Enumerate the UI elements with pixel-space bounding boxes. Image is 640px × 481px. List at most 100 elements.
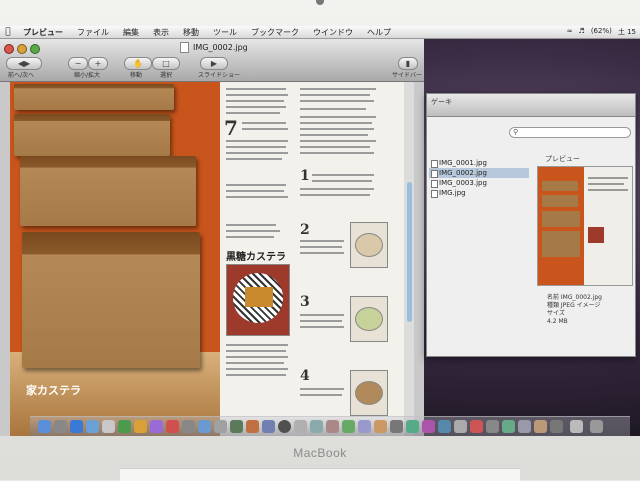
step-number: 3 <box>300 294 310 310</box>
app-icon[interactable] <box>102 420 115 433</box>
app-icon[interactable] <box>230 420 243 433</box>
file-preview-pane: プレビュー 名前 IMG_0002.jpg 種類 JPEG イメージ サイズ 4… <box>535 154 633 346</box>
menu-tools[interactable]: ツール <box>206 27 244 38</box>
app-icon[interactable] <box>278 420 291 433</box>
file-item[interactable]: IMG_0003.jpg <box>429 178 529 188</box>
apple-menu-icon[interactable]:  <box>0 27 16 37</box>
menu-file[interactable]: ファイル <box>70 27 116 38</box>
trash-icon[interactable] <box>590 420 603 433</box>
volume-icon[interactable]: ♬ <box>579 27 585 37</box>
prev-next-button[interactable]: ◀▶ <box>6 57 42 70</box>
scrollbar-thumb[interactable] <box>407 182 412 322</box>
app-icon[interactable] <box>470 420 483 433</box>
menu-help[interactable]: ヘルプ <box>360 27 398 38</box>
app-icon[interactable] <box>182 420 195 433</box>
select-tool-button[interactable]: □ <box>152 57 180 70</box>
dashboard-icon[interactable] <box>54 420 67 433</box>
menu-bookmarks[interactable]: ブックマーク <box>244 27 306 38</box>
text-line <box>226 106 286 108</box>
text-line <box>226 88 286 90</box>
zoom-in-button[interactable]: + <box>88 57 108 70</box>
thumbnail-cake <box>542 181 578 191</box>
sidebar-toggle-button[interactable]: ▮ <box>398 57 418 70</box>
mail-icon[interactable] <box>86 420 99 433</box>
move-tool-button[interactable]: ✋ <box>124 57 152 70</box>
app-icon[interactable] <box>358 420 371 433</box>
prev-next-label: 前へ/次へ <box>8 72 35 79</box>
wifi-icon[interactable]: ≈ <box>567 27 573 37</box>
menu-view[interactable]: 表示 <box>146 27 176 38</box>
app-icon[interactable] <box>134 420 147 433</box>
file-item[interactable]: IMG_0002.jpg <box>429 168 529 178</box>
document-view[interactable]: 家カステラ 7 黒糖カステラ 1 2 3 4 <box>10 82 414 436</box>
text-line <box>226 196 288 198</box>
zoom-button[interactable] <box>30 44 40 54</box>
downloads-stack-icon[interactable] <box>570 420 583 433</box>
preview-window: IMG_0002.jpg ◀▶ 前へ/次へ − + 縮小/拡大 ✋ 移動 □ 選… <box>0 39 424 436</box>
app-icon[interactable] <box>294 420 307 433</box>
app-icon[interactable] <box>406 420 419 433</box>
battery-status[interactable]: (62%) <box>591 27 612 37</box>
menu-window[interactable]: ウインドウ <box>306 27 360 38</box>
text-line <box>226 230 280 232</box>
app-icon[interactable] <box>374 420 387 433</box>
file-list: IMG_0001.jpg IMG_0002.jpg IMG_0003.jpg I… <box>429 158 529 198</box>
app-icon[interactable] <box>454 420 467 433</box>
app-icon[interactable] <box>262 420 275 433</box>
text-line <box>300 314 344 316</box>
slideshow-label: スライドショー <box>198 72 241 79</box>
app-icon[interactable] <box>486 420 499 433</box>
text-line <box>226 112 280 114</box>
text-line <box>226 224 276 226</box>
app-icon[interactable] <box>422 420 435 433</box>
close-button[interactable] <box>4 44 14 54</box>
itunes-icon[interactable] <box>150 420 163 433</box>
app-icon[interactable] <box>534 420 547 433</box>
zoom-label: 縮小/拡大 <box>74 72 101 79</box>
thumbnail-text <box>588 177 628 179</box>
step-number: 4 <box>300 368 310 384</box>
app-icon[interactable] <box>214 420 227 433</box>
text-line <box>226 184 286 186</box>
thumbnail-cake <box>542 231 580 257</box>
app-icon[interactable] <box>518 420 531 433</box>
text-line <box>300 134 368 136</box>
text-line <box>226 152 288 154</box>
image-file-icon <box>431 170 438 178</box>
ichat-icon[interactable] <box>118 420 131 433</box>
text-line <box>242 122 286 124</box>
app-icon[interactable] <box>438 420 451 433</box>
app-icon[interactable] <box>502 420 515 433</box>
search-field[interactable]: ⚲ <box>509 127 631 138</box>
slideshow-button[interactable]: ▶ <box>200 57 228 70</box>
cake-slice <box>20 156 196 226</box>
text-line <box>226 190 284 192</box>
file-item[interactable]: IMG.jpg <box>429 188 529 198</box>
zoom-out-button[interactable]: − <box>68 57 88 70</box>
app-icon[interactable] <box>198 420 211 433</box>
text-line <box>242 128 288 130</box>
app-icon[interactable] <box>342 420 355 433</box>
app-icon[interactable] <box>326 420 339 433</box>
text-line <box>300 100 374 102</box>
minimize-button[interactable] <box>17 44 27 54</box>
menu-go[interactable]: 移動 <box>176 27 206 38</box>
step-number: 7 <box>224 116 238 140</box>
safari-icon[interactable] <box>70 420 83 433</box>
app-icon[interactable] <box>246 420 259 433</box>
cake-photo-page: 家カステラ <box>10 82 220 436</box>
clock[interactable]: 土 15 <box>618 27 636 37</box>
app-icon[interactable] <box>550 420 563 433</box>
app-icon[interactable] <box>390 420 403 433</box>
finder-icon[interactable] <box>38 420 51 433</box>
file-item[interactable]: IMG_0001.jpg <box>429 158 529 168</box>
thumbnail-text <box>588 183 624 185</box>
menu-edit[interactable]: 編集 <box>116 27 146 38</box>
app-icon[interactable] <box>166 420 179 433</box>
text-line <box>226 146 286 148</box>
thumbnail-photo <box>588 227 604 243</box>
text-line <box>300 152 374 154</box>
app-icon[interactable] <box>310 420 323 433</box>
vertical-scrollbar[interactable] <box>404 82 414 436</box>
menu-app-name[interactable]: プレビュー <box>16 27 70 38</box>
